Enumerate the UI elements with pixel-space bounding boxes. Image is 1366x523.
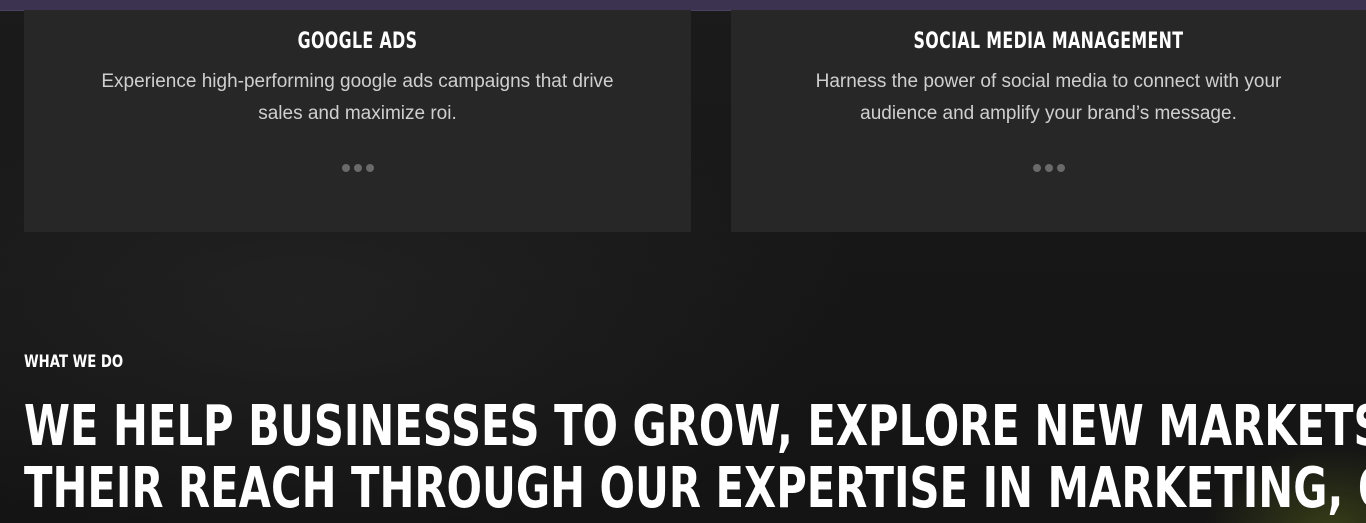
service-card-description-line: Harness the power of social media to con…	[815, 71, 1282, 92]
service-card-title: SOCIAL MEDIA MANAGEMENT	[913, 29, 1184, 54]
service-card-title: GOOGLE ADS	[297, 29, 418, 54]
service-card-description: Harness the power of social media to con…	[769, 66, 1329, 130]
service-card-description: Experience high-performing google ads ca…	[58, 66, 658, 130]
dot	[1056, 164, 1065, 172]
service-card-description-line: audience and amplify your brand’s messag…	[860, 103, 1237, 124]
section-headline-line: WE HELP BUSINESSES TO GROW, EXPLORE NEW …	[24, 394, 1366, 459]
dot	[365, 164, 374, 172]
section-eyebrow: WHAT WE DO	[24, 352, 124, 372]
service-card-description-line: Experience high-performing google ads ca…	[101, 71, 614, 92]
service-card-google-ads[interactable]: GOOGLE ADS Experience high-performing go…	[24, 10, 691, 232]
service-card-description-line: sales and maximize roi.	[258, 103, 457, 124]
section-headline-line: THEIR REACH THROUGH OUR EXPERTISE IN MAR…	[24, 456, 1366, 521]
dot	[1044, 164, 1053, 172]
page: GOOGLE ADS Experience high-performing go…	[0, 0, 1366, 523]
service-card-social-media-management[interactable]: SOCIAL MEDIA MANAGEMENT Harness the powe…	[731, 10, 1366, 232]
dot	[1032, 164, 1041, 172]
section-headline: WE HELP BUSINESSES TO GROW, EXPLORE NEW …	[24, 394, 1366, 521]
ellipsis-icon[interactable]	[731, 164, 1366, 172]
dot	[341, 164, 350, 172]
dot	[353, 164, 362, 172]
ellipsis-icon[interactable]	[24, 164, 691, 172]
